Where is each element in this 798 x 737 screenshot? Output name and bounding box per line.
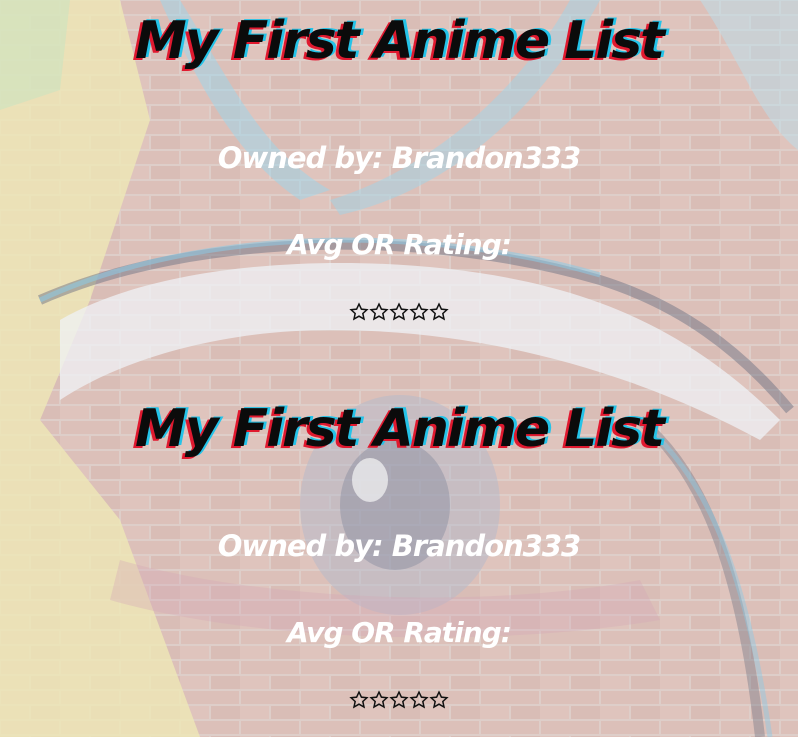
list-owner: Owned by: Brandon333 (217, 141, 581, 175)
star-rating (0, 690, 798, 710)
star-outline-icon[interactable] (389, 690, 409, 710)
rating-label: Avg OR Rating: (287, 228, 512, 261)
star-outline-icon[interactable] (429, 302, 449, 322)
star-outline-icon[interactable] (369, 690, 389, 710)
star-outline-icon[interactable] (349, 302, 369, 322)
lists-container: My First Anime List Owned by: Brandon333… (0, 0, 798, 737)
list-title: My First Anime List (134, 11, 665, 71)
star-outline-icon[interactable] (409, 302, 429, 322)
star-outline-icon[interactable] (349, 690, 369, 710)
star-rating (0, 302, 798, 322)
rating-label: Avg OR Rating: (287, 616, 512, 649)
star-outline-icon[interactable] (409, 690, 429, 710)
list-owner: Owned by: Brandon333 (217, 529, 581, 563)
anime-list-card: My First Anime List Owned by: Brandon333… (0, 388, 798, 737)
star-outline-icon[interactable] (429, 690, 449, 710)
star-outline-icon[interactable] (389, 302, 409, 322)
list-title: My First Anime List (134, 399, 665, 459)
anime-list-card: My First Anime List Owned by: Brandon333… (0, 0, 798, 360)
star-outline-icon[interactable] (369, 302, 389, 322)
